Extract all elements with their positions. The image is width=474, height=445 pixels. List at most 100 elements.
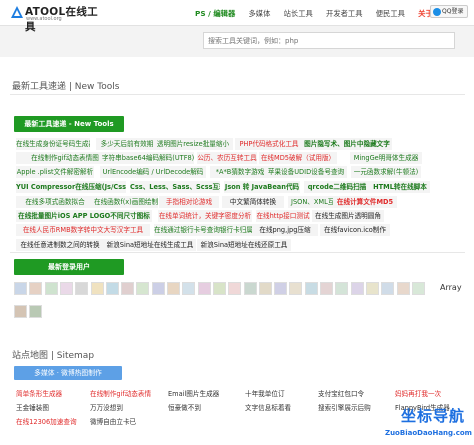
user-avatar[interactable]: [365, 282, 379, 295]
tool-link[interactable]: 在线MD5破解（试用版）: [259, 152, 337, 164]
tool-link[interactable]: 在线生成身份证号码生成器: [16, 138, 90, 150]
user-avatar[interactable]: [136, 282, 150, 295]
tool-link[interactable]: 新浪Sina短地址在线生成工具: [104, 239, 196, 251]
sitemap-link[interactable]: 妈妈再打我一次: [395, 389, 465, 399]
tool-link[interactable]: Css、Less、Sass、Scss互转: [130, 181, 220, 193]
nav-developer-tools[interactable]: 开发者工具: [326, 9, 362, 19]
user-avatar[interactable]: [411, 282, 425, 295]
sitemap-link[interactable]: 万万没想到: [90, 403, 160, 413]
sitemap-link[interactable]: 王金锤装图: [16, 403, 86, 413]
tool-link[interactable]: 手指相对论游戏: [159, 196, 219, 208]
user-avatar[interactable]: [289, 282, 303, 295]
section-divider: [10, 252, 465, 253]
logo-subtitle: www.atool.org: [26, 16, 62, 22]
logo-icon: [11, 6, 23, 18]
user-avatar[interactable]: [243, 282, 257, 295]
user-avatar[interactable]: [75, 282, 89, 295]
tool-link[interactable]: 在线制作gif动态表情图: [16, 152, 114, 164]
sitemap-link[interactable]: 支付宝红包口令: [318, 389, 388, 399]
tool-link[interactable]: Apple .plist文件解密解析: [16, 166, 94, 178]
user-avatar[interactable]: [212, 282, 226, 295]
tool-link[interactable]: 多少天后前有效期: [96, 138, 158, 150]
user-avatar[interactable]: [151, 282, 165, 295]
sitemap-link[interactable]: 在线制作gif动态表情: [90, 389, 160, 399]
user-avatar[interactable]: [304, 282, 318, 295]
user-avatar[interactable]: [105, 282, 119, 295]
user-avatar[interactable]: [228, 282, 242, 295]
tool-link[interactable]: 在线生成图片透明圆角: [312, 210, 384, 222]
sitemap-link[interactable]: Email图片生成器: [168, 389, 238, 399]
sitemap-link[interactable]: 文字信息标着看: [245, 403, 315, 413]
avatar-overflow-label: Array: [440, 283, 462, 292]
tool-link[interactable]: 新浪Sina短地址在线还原工具: [197, 239, 291, 251]
user-avatar[interactable]: [44, 282, 58, 295]
user-avatar[interactable]: [335, 282, 349, 295]
nav-webmaster-tools[interactable]: 站长工具: [284, 9, 313, 19]
search-input[interactable]: [203, 32, 455, 49]
tool-link[interactable]: 苹果设备UDID设备号查询: [265, 166, 347, 178]
top-nav: PS / 编辑器 多媒体 站长工具 开发者工具 便民工具 关于&合作: [195, 9, 465, 19]
tool-link[interactable]: 在线人民币RMB数字转中文大写汉字工具: [16, 224, 150, 236]
tool-link[interactable]: 图片隐写术、图片中隐藏文字: [302, 138, 392, 150]
tool-link[interactable]: 透明图片resize批量缩小: [153, 138, 233, 150]
tool-link[interactable]: HTML转在线脚本: [370, 181, 430, 193]
nav-ps-editor[interactable]: PS / 编辑器: [195, 9, 235, 19]
tool-link[interactable]: 在线多项式函数拟合: [16, 196, 94, 208]
latest-users-button[interactable]: 最新登录用户: [14, 259, 124, 275]
sitemap-multimedia-button[interactable]: 多媒体 · 微博热图制作: [14, 366, 122, 380]
nav-multimedia[interactable]: 多媒体: [248, 9, 270, 19]
user-avatar[interactable]: [258, 282, 272, 295]
new-tools-button[interactable]: 最新工具速递 - New Tools: [14, 116, 124, 132]
tool-link[interactable]: MingGe明哥体生成器: [350, 152, 422, 164]
sitemap-link[interactable]: 恒豪做不到: [168, 403, 238, 413]
user-avatar[interactable]: [197, 282, 211, 295]
sitemap-link[interactable]: 十年我单位订: [245, 389, 315, 399]
watermark-en: ZuoBiaoDaoHang.com: [385, 429, 472, 437]
tool-link[interactable]: 在线计算文件MD5: [333, 196, 397, 208]
user-avatar[interactable]: [350, 282, 364, 295]
watermark-cn: 坐标导航: [401, 407, 466, 425]
user-avatar[interactable]: [182, 282, 196, 295]
user-avatar[interactable]: [14, 282, 27, 295]
tool-link[interactable]: 在线单词统计，关键字密度分析: [158, 210, 252, 222]
tool-link[interactable]: 在线函数f(x)画图绘制: [94, 196, 158, 208]
sitemap-link[interactable]: 搜索引擎展示后购: [318, 403, 388, 413]
top-bar: ATOOL在线工具 www.atool.org PS / 编辑器 多媒体 站长工…: [0, 0, 474, 33]
user-avatar[interactable]: [29, 282, 43, 295]
tool-link[interactable]: *A*B猜数字游戏: [210, 166, 270, 178]
tool-link[interactable]: 在线http接口测试: [256, 210, 310, 222]
user-avatar[interactable]: [59, 282, 73, 295]
sitemap-link[interactable]: 微博自由立卡已: [90, 417, 160, 427]
user-avatar[interactable]: [90, 282, 104, 295]
tool-link[interactable]: 一元函数求解(牛顿法): [351, 166, 421, 178]
tool-link[interactable]: 在线任意进制数之间的转换: [16, 239, 104, 251]
new-tools-title: 最新工具速递 | New Tools: [12, 82, 120, 92]
tool-link[interactable]: 在线favicon.ico制作: [320, 224, 390, 236]
user-avatar[interactable]: [121, 282, 135, 295]
sitemap-title: 站点地图 | Sitemap: [12, 351, 95, 361]
user-avatar[interactable]: [320, 282, 333, 295]
tool-link[interactable]: 在线png,jpg压缩: [252, 224, 318, 236]
user-avatar[interactable]: [167, 282, 180, 295]
tool-link[interactable]: 公历、农历互转工具: [197, 152, 257, 164]
tool-link[interactable]: 中文繁简体转换: [222, 196, 284, 208]
tool-link[interactable]: Json 转 JavaBean代码: [224, 181, 300, 193]
user-avatar[interactable]: [274, 282, 288, 295]
nav-utility-tools[interactable]: 便民工具: [376, 9, 405, 19]
tool-link[interactable]: PHP代码格式化工具: [235, 138, 303, 150]
user-avatar[interactable]: [29, 305, 42, 318]
tool-link[interactable]: UrlEncode编码 / UrlDecode解码: [100, 166, 206, 178]
sitemap-link[interactable]: 简单条形生成器: [16, 389, 86, 399]
tool-link[interactable]: 在线批量图片iOS APP LOGO不同尺寸图标: [16, 210, 152, 222]
site-logo[interactable]: ATOOL在线工具 www.atool.org: [10, 4, 100, 33]
qq-login-label: QQ登录: [442, 8, 464, 15]
qq-login-button[interactable]: QQ登录: [430, 5, 468, 18]
user-avatar[interactable]: [381, 282, 395, 295]
user-avatar[interactable]: [14, 305, 27, 318]
section-divider: [10, 94, 465, 95]
tool-link[interactable]: 字符串base64编码解码(UTF8): [102, 152, 194, 164]
tool-link[interactable]: YUI Compressor在线压缩(Js/Css): [16, 181, 126, 193]
tool-link[interactable]: qrcode二维码扫描: [304, 181, 370, 193]
sitemap-link[interactable]: 在线12306加速查询: [16, 417, 86, 427]
user-avatar[interactable]: [396, 282, 410, 295]
